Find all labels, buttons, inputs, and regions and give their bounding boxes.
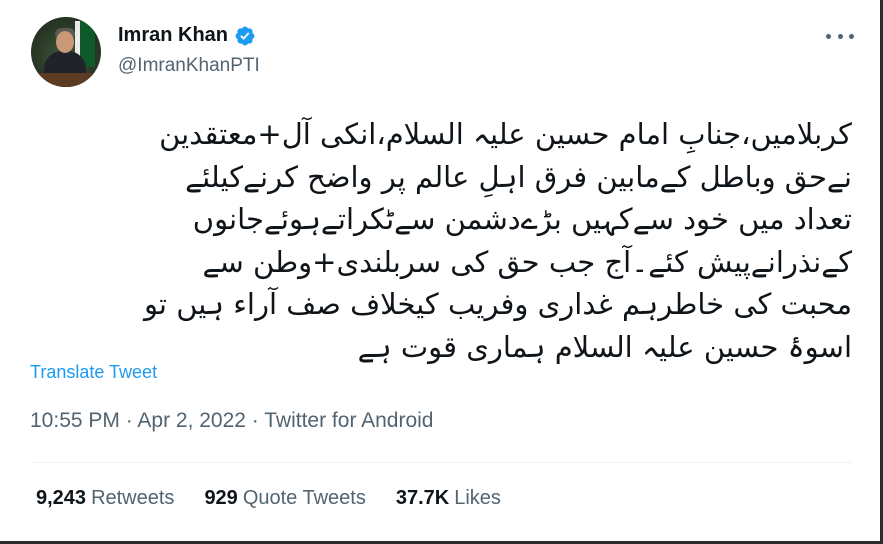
author-handle[interactable]: @ImranKhanPTI [118,55,260,77]
tweet-line: تعداد میں خود سےکہیں بڑےدشمن سےٹکراتےہوئ… [192,202,852,236]
quote-tweets-stat[interactable]: 929 Quote Tweets [204,487,365,510]
translate-tweet-link[interactable]: Translate Tweet [30,362,157,383]
tweet-text: کربلامیں،جنابِ امام حسین علیہ السلام،انک… [22,113,852,368]
author-name-row: Imran Khan [118,24,256,47]
engagement-stats: 9,243 Retweets 929 Quote Tweets 37.7K Likes [36,487,501,510]
avatar-desk-graphic [31,73,101,87]
more-dot-icon [849,33,854,39]
tweet-line: محبت کی خاطرہم غداری وفریب کیخلاف صف آرا… [143,287,852,321]
retweets-label: Retweets [91,487,175,509]
tweet-line: نےحق وباطل کےمابین فرق اہلِ عالم پر واضح… [185,159,852,194]
avatar-face-graphic [56,31,74,53]
more-dot-icon [826,33,831,39]
tweet-card: Imran Khan @ImranKhanPTI کربلامیں،جنابِ … [0,0,880,541]
quote-tweets-label: Quote Tweets [242,487,366,509]
more-dot-icon [837,33,843,39]
divider [30,462,852,463]
likes-stat[interactable]: 37.7K Likes [396,487,501,510]
likes-label: Likes [454,487,501,509]
likes-count: 37.7K [395,487,450,509]
retweets-count: 9,243 [36,487,87,509]
tweet-line: کربلامیں،جنابِ امام حسین علیہ السلام،انک… [159,117,852,151]
author-name[interactable]: Imran Khan [118,24,228,47]
quote-tweets-count: 929 [204,487,238,509]
verified-badge-icon [235,26,255,45]
retweets-stat[interactable]: 9,243 Retweets [36,487,174,510]
avatar[interactable] [31,17,101,87]
tweet-line: کےنذرانےپیش کئے۔آج جب حق کی سربلندی+وطن … [202,244,852,279]
more-options-icon[interactable] [826,26,854,46]
tweet-timestamp[interactable]: 10:55 PM · Apr 2, 2022 · Twitter for And… [30,409,434,433]
